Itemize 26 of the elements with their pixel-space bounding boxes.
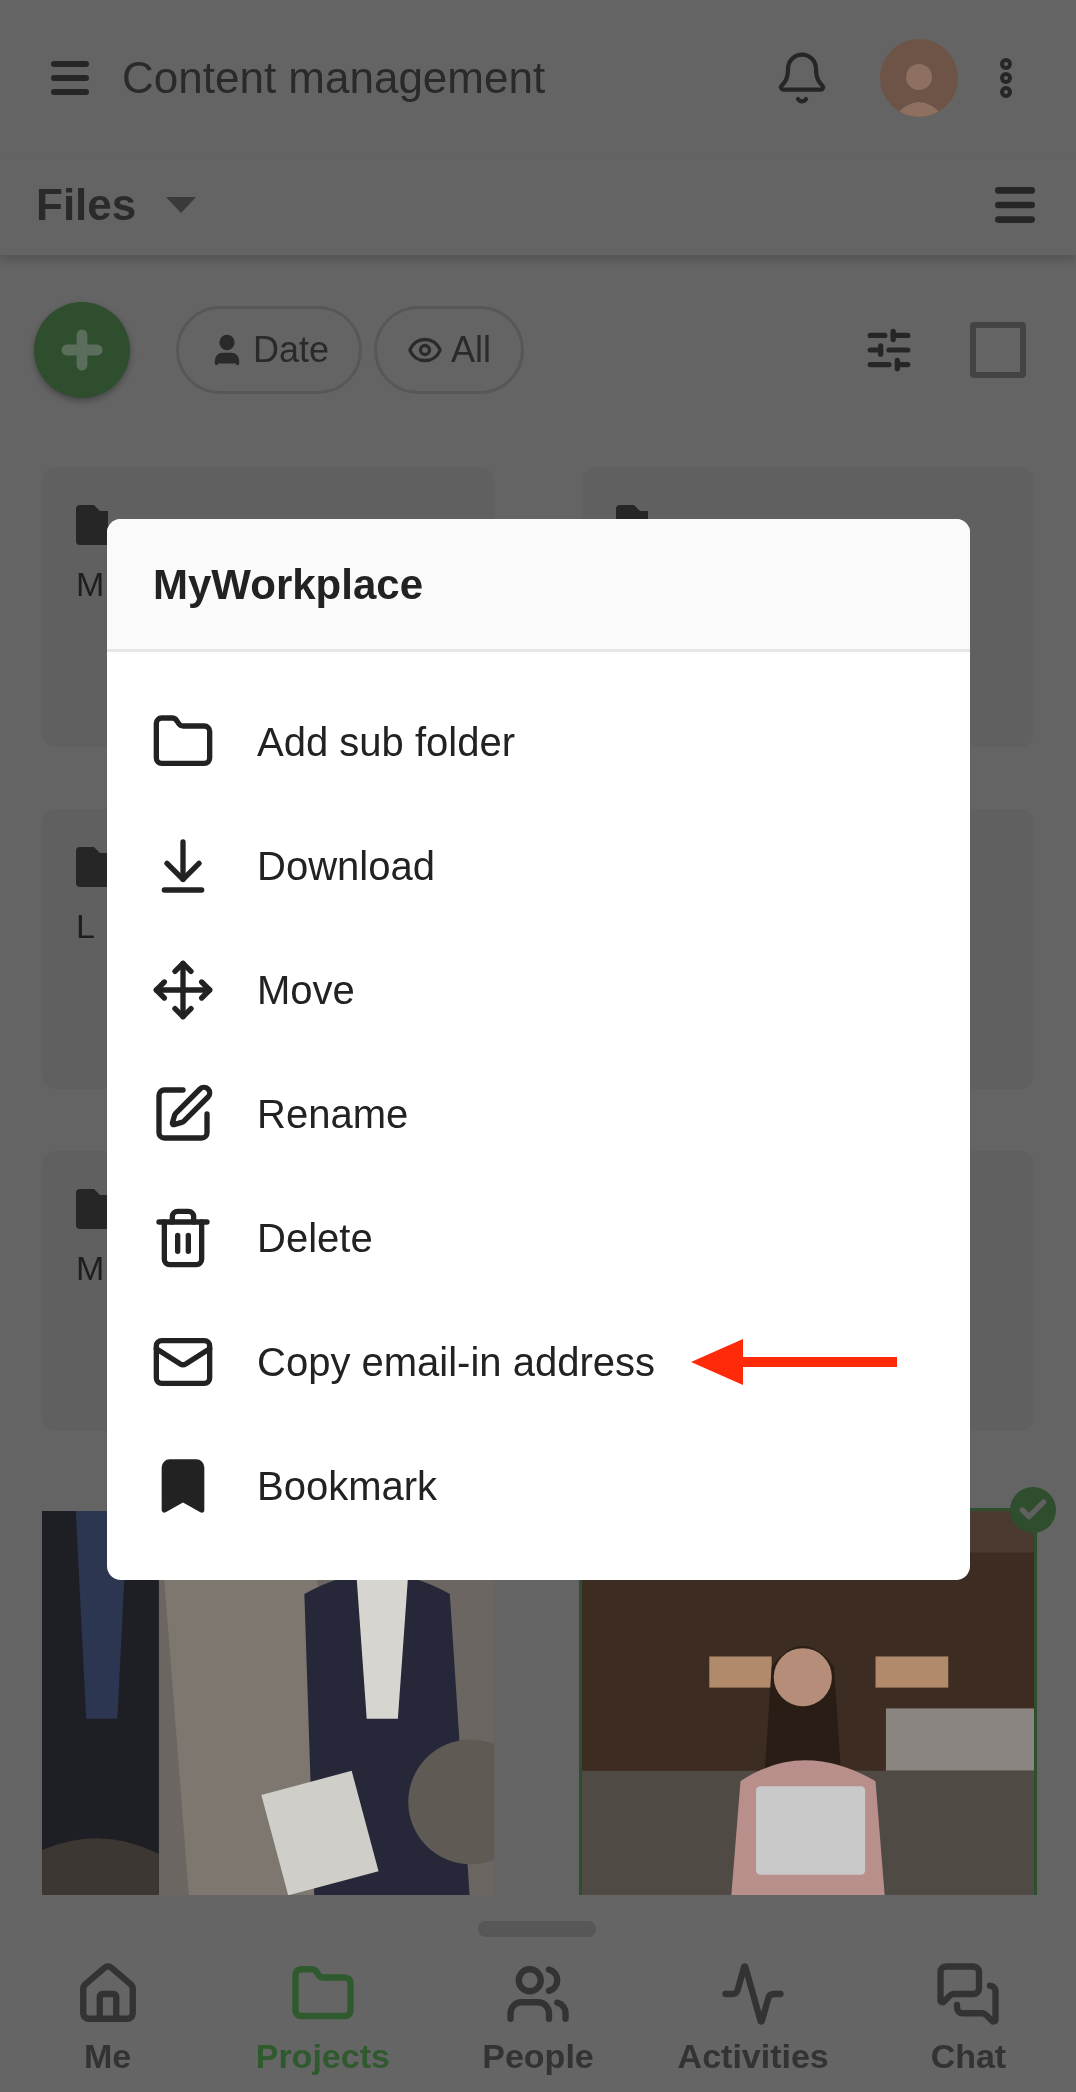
- menu-item[interactable]: Bookmark: [151, 1454, 438, 1518]
- folder-name: M: [76, 564, 105, 605]
- add-button[interactable]: [34, 302, 130, 398]
- move-icon: [151, 958, 215, 1022]
- selected-check-icon[interactable]: [1010, 1487, 1056, 1533]
- activity-icon: [720, 1961, 787, 2027]
- app-title: Content management: [122, 51, 546, 104]
- menu-item[interactable]: Copy email-in address: [151, 1330, 655, 1394]
- section-title[interactable]: Files: [36, 172, 137, 238]
- nav-tab[interactable]: Projects: [215, 1961, 431, 2082]
- folder-name: L: [76, 906, 95, 947]
- menu-item[interactable]: Delete: [151, 1206, 373, 1270]
- menu-item[interactable]: Rename: [151, 1082, 409, 1146]
- menu-item[interactable]: Add sub folder: [151, 710, 515, 774]
- menu-title: MyWorkplace: [153, 559, 423, 610]
- menu-item[interactable]: Download: [151, 834, 435, 898]
- folder-icon: [76, 1189, 108, 1229]
- filter-chip[interactable]: All: [374, 306, 525, 394]
- select-checkbox[interactable]: [970, 322, 1026, 378]
- folder-icon: [76, 847, 108, 887]
- chat-icon: [935, 1961, 1002, 2027]
- menu-item[interactable]: Move: [151, 958, 355, 1022]
- folder-icon: [76, 505, 108, 545]
- dropdown-caret-icon[interactable]: [166, 197, 197, 213]
- filter-chip[interactable]: Date: [176, 306, 363, 394]
- folder-name: M: [76, 1248, 105, 1289]
